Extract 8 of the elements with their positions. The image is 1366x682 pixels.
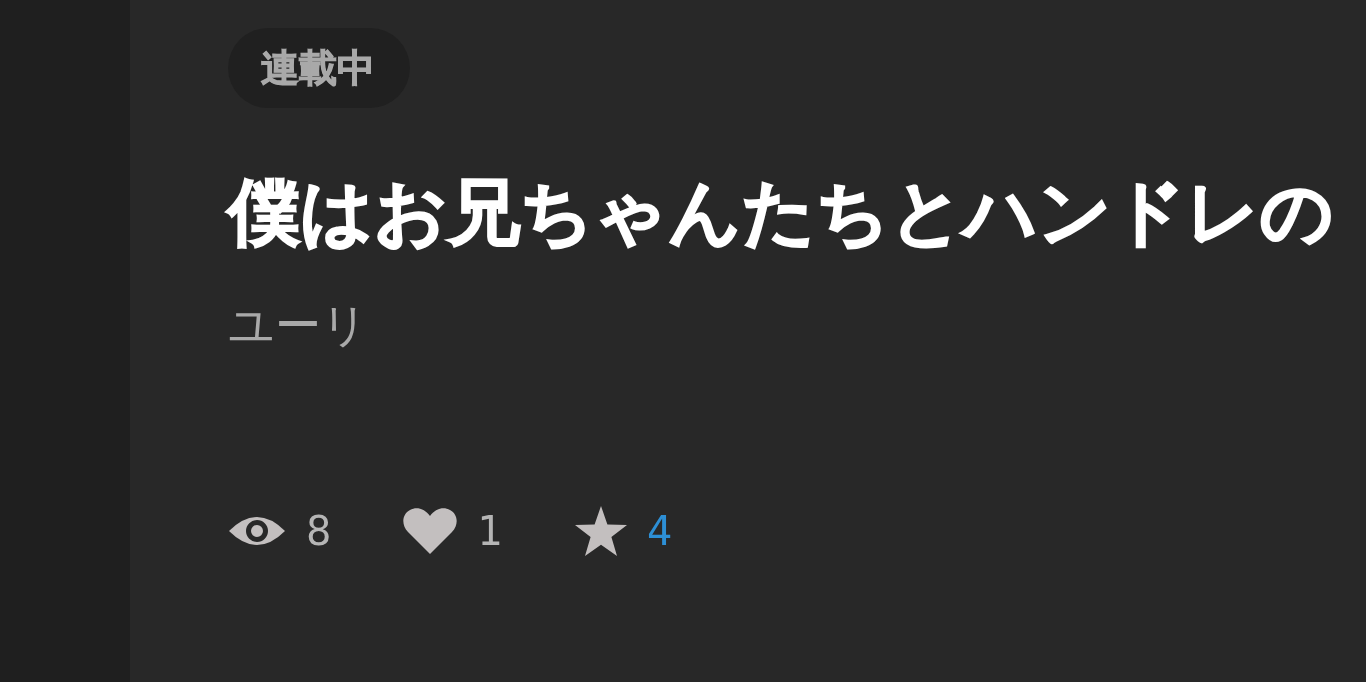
stat-count: 4 <box>646 507 673 555</box>
work-title: 僕はお兄ちゃんたちとハンドレの <box>228 170 1334 254</box>
stat-count: 1 <box>477 507 503 555</box>
author-name: ユーリ <box>228 298 368 352</box>
heart-icon <box>403 508 458 554</box>
stat-count: 8 <box>306 507 332 555</box>
status-badge: 連載中 <box>228 28 410 108</box>
star-icon <box>574 506 627 556</box>
